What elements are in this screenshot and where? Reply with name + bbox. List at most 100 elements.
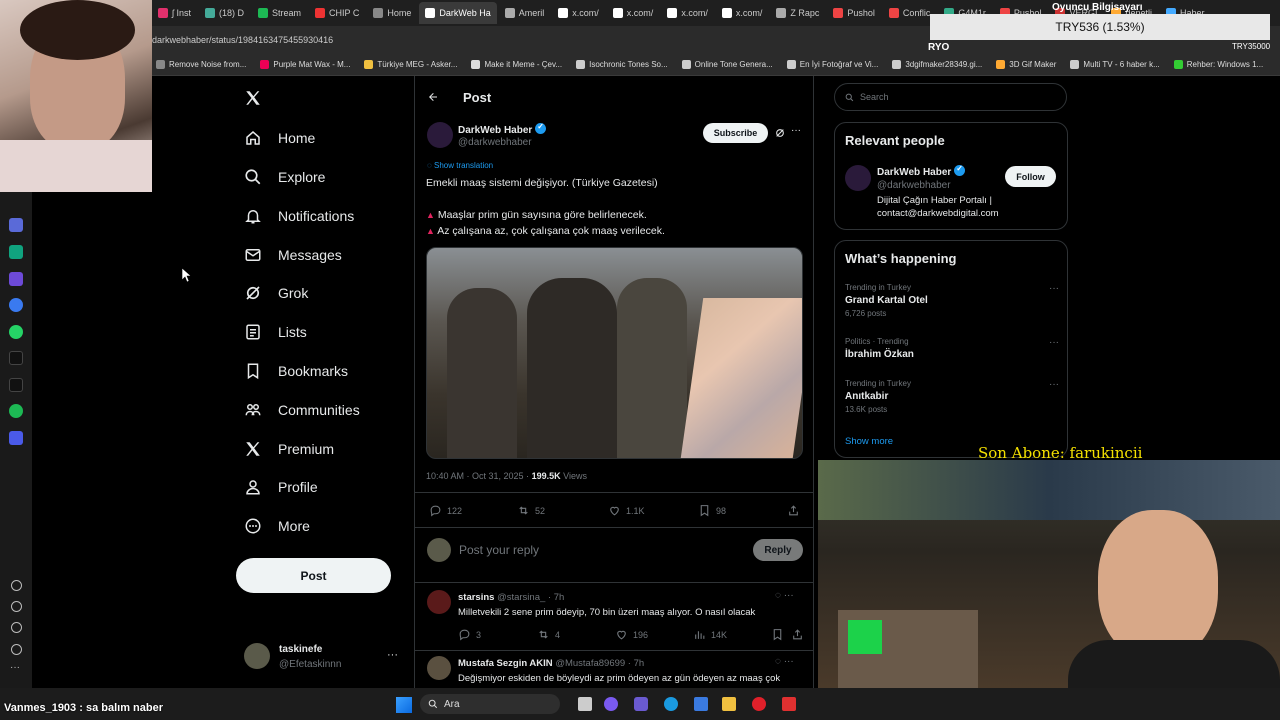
windows-start-icon[interactable]: [396, 697, 412, 713]
nav-item-messages[interactable]: Messages: [244, 246, 342, 264]
more-icon[interactable]: ···: [10, 662, 20, 673]
bookmark-item[interactable]: Make it Meme - Çev...: [471, 60, 562, 69]
bookmark-item[interactable]: Isochronic Tones So...: [576, 60, 668, 69]
store-icon[interactable]: [694, 697, 708, 711]
bookmark-item[interactable]: Remove Noise from...: [156, 60, 246, 69]
browser-tab[interactable]: Home: [367, 2, 417, 24]
nav-item-explore[interactable]: Explore: [244, 168, 325, 186]
app-icon[interactable]: [782, 697, 796, 711]
trend-item[interactable]: Politics · Trending İbrahim Özkan ···: [845, 337, 1059, 363]
nav-item-lists[interactable]: Lists: [244, 323, 307, 341]
reply-more-icon[interactable]: ◌ ···: [775, 656, 794, 667]
x-logo-icon[interactable]: [244, 89, 262, 107]
nav-item-notifications[interactable]: Notifications: [244, 207, 354, 225]
search-input[interactable]: Search: [834, 83, 1067, 111]
nav-item-home[interactable]: Home: [244, 129, 315, 147]
browser-tab[interactable]: Stream: [252, 2, 307, 24]
trend-more-icon[interactable]: ···: [1049, 337, 1059, 348]
whatsapp-icon[interactable]: [9, 325, 23, 339]
browser-tab[interactable]: (18) D: [199, 2, 250, 24]
bookmark-item[interactable]: En İyi Fotoğraf ve Vi...: [786, 60, 878, 69]
app-icon[interactable]: [9, 218, 23, 232]
taskbar-search[interactable]: Ara: [420, 694, 560, 714]
x-icon[interactable]: [9, 378, 23, 392]
repost-button[interactable]: 52: [517, 504, 545, 517]
edge-icon[interactable]: [664, 697, 678, 711]
author-name[interactable]: DarkWeb Haber: [458, 122, 547, 136]
reply-input[interactable]: Post your reply: [459, 543, 539, 557]
person-avatar[interactable]: [845, 165, 871, 191]
folder-icon[interactable]: [722, 697, 736, 711]
reply-avatar[interactable]: [427, 656, 451, 680]
reply-bookmark-button[interactable]: [771, 628, 784, 641]
nav-item-grok[interactable]: Grok: [244, 284, 308, 302]
post-image[interactable]: [426, 247, 803, 459]
bookmark-item[interactable]: Purple Mat Wax - M...: [260, 60, 350, 69]
grok-icon[interactable]: [775, 128, 785, 138]
account-more-icon[interactable]: ···: [387, 649, 398, 661]
opera-icon[interactable]: [752, 697, 766, 711]
trend-more-icon[interactable]: ···: [1049, 379, 1059, 390]
reply-repost-button[interactable]: 4: [537, 628, 560, 641]
person-name[interactable]: DarkWeb Haber: [877, 164, 966, 178]
browser-tab[interactable]: CHIP C: [309, 2, 365, 24]
reply-avatar[interactable]: [427, 590, 451, 614]
settings-icon[interactable]: [11, 622, 22, 633]
avatar[interactable]: [244, 643, 270, 669]
chatgpt-icon[interactable]: [9, 245, 23, 259]
trend-item[interactable]: Trending in Turkey Anıtkabir 13.6K posts ··…: [845, 379, 1059, 414]
trend-more-icon[interactable]: ···: [1049, 283, 1059, 294]
reply-button[interactable]: 122: [429, 504, 462, 517]
bookmark-button[interactable]: 98: [698, 504, 726, 517]
task-view-icon[interactable]: [578, 697, 592, 711]
nav-item-more[interactable]: More: [244, 517, 310, 535]
person-handle[interactable]: @darkwebhaber: [877, 180, 951, 191]
reply-share-button[interactable]: [791, 628, 804, 641]
reply-like-button[interactable]: 196: [615, 628, 648, 641]
browser-tab[interactable]: Conflic: [883, 2, 937, 24]
reply-author[interactable]: Mustafa Sezgin AKIN @Mustafa89699 · 7h: [458, 658, 644, 669]
spotify-icon[interactable]: [9, 404, 23, 418]
post-more-icon[interactable]: ···: [791, 125, 801, 136]
bookmark-item[interactable]: Multi TV - 6 haber k...: [1070, 60, 1160, 69]
browser-tab[interactable]: x.com/: [661, 2, 714, 24]
reply-views[interactable]: 14K: [693, 628, 727, 641]
compose-post-button[interactable]: Post: [236, 558, 391, 593]
author-handle[interactable]: @darkwebhaber: [458, 137, 532, 148]
copilot-icon[interactable]: [604, 697, 618, 711]
browser-tab[interactable]: Pushol: [827, 2, 881, 24]
reply-more-icon[interactable]: ◌ ···: [775, 590, 794, 601]
bulb-icon[interactable]: [11, 644, 22, 655]
messenger-icon[interactable]: [9, 298, 23, 312]
back-arrow-icon[interactable]: [427, 91, 439, 103]
heart-icon[interactable]: [11, 580, 22, 591]
nav-item-communities[interactable]: Communities: [244, 401, 360, 419]
teams-icon[interactable]: [634, 697, 648, 711]
reply-reply-button[interactable]: 3: [458, 628, 481, 641]
reply-author[interactable]: starsins @starsina_ · 7h: [458, 592, 564, 603]
author-avatar[interactable]: [427, 122, 453, 148]
like-button[interactable]: 1.1K: [608, 504, 645, 517]
bookmark-item[interactable]: 3dgifmaker28349.gi...: [892, 60, 982, 69]
history-icon[interactable]: [11, 601, 22, 612]
nav-item-bookmarks[interactable]: Bookmarks: [244, 362, 348, 380]
nav-item-premium[interactable]: Premium: [244, 440, 334, 458]
browser-tab[interactable]: DarkWeb Ha: [419, 2, 497, 24]
nav-item-profile[interactable]: Profile: [244, 478, 318, 496]
subscribe-button[interactable]: Subscribe: [703, 123, 768, 143]
bookmark-item[interactable]: Türkiye MEG - Asker...: [364, 60, 457, 69]
bookmark-item[interactable]: Online Tone Genera...: [681, 60, 773, 69]
share-button[interactable]: [787, 504, 800, 517]
trend-item[interactable]: Trending in Turkey Grand Kartal Otel 6,726…: [845, 283, 1059, 318]
follow-button[interactable]: Follow: [1005, 166, 1056, 187]
tiktok-icon[interactable]: [9, 351, 23, 365]
browser-tab[interactable]: x.com/: [716, 2, 769, 24]
reply-submit-button[interactable]: Reply: [753, 539, 803, 561]
browser-tab[interactable]: x.com/: [552, 2, 605, 24]
browser-tab[interactable]: Z Rapc: [770, 2, 825, 24]
show-more-link[interactable]: Show more: [845, 436, 893, 447]
player-icon[interactable]: [9, 431, 23, 445]
bookmark-item[interactable]: 3D Gif Maker: [996, 60, 1056, 69]
bookmark-item[interactable]: Rehber: Windows 1...: [1173, 60, 1263, 69]
browser-tab[interactable]: x.com/: [607, 2, 660, 24]
